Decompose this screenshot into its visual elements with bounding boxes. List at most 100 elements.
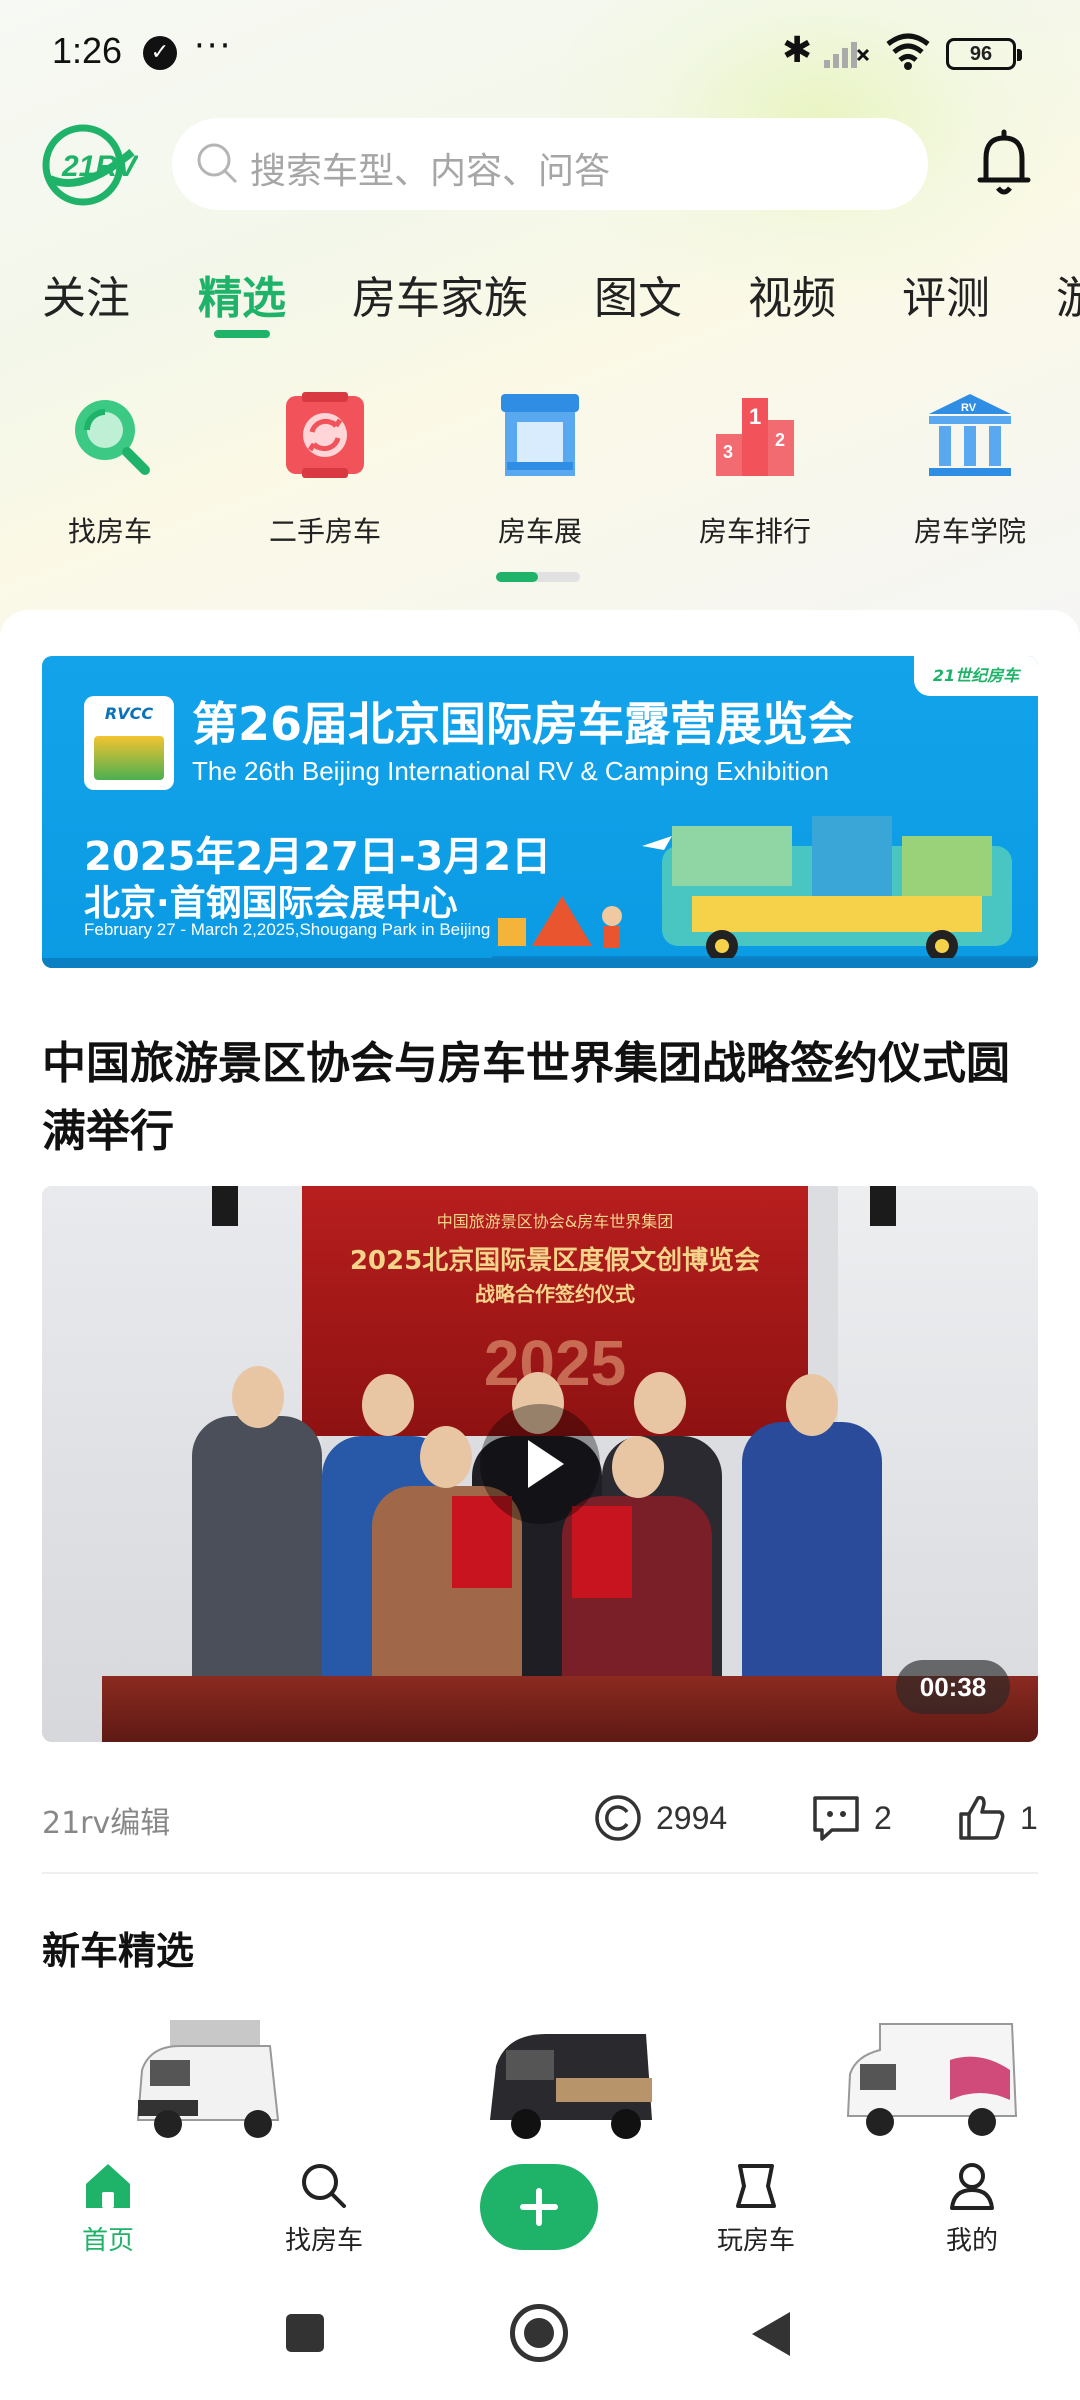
quick-entries-scrollbar[interactable]: [496, 572, 580, 582]
section-divider: [42, 1872, 1038, 1874]
quick-label: 房车展: [497, 515, 582, 548]
video-scene-speaker: [212, 1186, 238, 1226]
bluetooth-icon: ✱: [782, 30, 813, 71]
video-scene-speaker: [870, 1186, 896, 1226]
bottom-navigation: 首页 找房车 玩房车 我的: [0, 2150, 1080, 2270]
rvcc-logo-text: RVCC: [104, 704, 154, 723]
video-person-head: [420, 1426, 472, 1488]
scrollbar-thumb: [496, 572, 538, 582]
video-person-head: [786, 1374, 838, 1436]
notification-bell-icon[interactable]: [976, 128, 1032, 198]
banner-venue: 北京·首钢国际会展中心: [84, 883, 458, 924]
signal-icon: [824, 42, 870, 68]
play-button[interactable]: [480, 1404, 600, 1524]
video-person-head: [634, 1372, 686, 1434]
backdrop-line1: 中国旅游景区协会&房车世界集团: [436, 1212, 674, 1231]
search-icon: [302, 2164, 346, 2208]
check-badge-icon: ✓: [143, 36, 177, 70]
svg-text:3: 3: [723, 442, 733, 462]
new-car-thumbnail[interactable]: [120, 2010, 290, 2150]
new-car-thumbnail[interactable]: [476, 2010, 666, 2150]
tab-travel[interactable]: 游: [1056, 262, 1080, 326]
app-logo[interactable]: 21RV: [42, 124, 138, 206]
exhibition-banner[interactable]: RVCC 第26届北京国际房车露营展览会 The 26th Beijing In…: [42, 656, 1038, 968]
nav-mine[interactable]: 我的: [902, 2160, 1042, 2270]
views-stat: 2994: [592, 1790, 727, 1846]
new-cars-section-title: 新车精选: [42, 1929, 195, 1973]
quick-used-rv[interactable]: 二手房车: [235, 380, 415, 550]
publish-add-button[interactable]: [480, 2164, 598, 2250]
content-feed: RVCC 第26届北京国际房车露营展览会 The 26th Beijing In…: [0, 610, 1080, 2150]
signing-folder: [572, 1506, 632, 1598]
academy-icon: RV: [929, 394, 1011, 476]
quick-entries: 找房车 二手房车 房车展 1 3 2 房车排行 RV 房车学院: [0, 380, 1080, 580]
nav-find-rv[interactable]: 找房车: [254, 2160, 394, 2270]
recycle-icon: [286, 392, 364, 478]
backdrop-line2: 2025北京国际景区度假文创博览会: [349, 1246, 761, 1276]
thumbs-up-icon: [959, 1795, 1005, 1840]
article-video[interactable]: 中国旅游景区协会&房车世界集团 2025北京国际景区度假文创博览会 战略合作签约…: [42, 1186, 1038, 1742]
quick-label: 二手房车: [268, 515, 381, 548]
quick-find-rv[interactable]: 找房车: [20, 380, 200, 550]
search-placeholder: 搜索车型、内容、问答: [250, 151, 611, 192]
search-bar[interactable]: 搜索车型、内容、问答: [172, 118, 928, 210]
quick-label: 找房车: [67, 515, 152, 548]
banner-subtitle: The 26th Beijing International RV & Camp…: [192, 756, 829, 786]
quick-label: 房车学院: [913, 515, 1026, 548]
nav-play-rv[interactable]: 玩房车: [686, 2160, 826, 2270]
quick-label: 房车排行: [698, 515, 811, 548]
new-car-thumbnail[interactable]: [840, 2010, 1020, 2150]
logo-text: 21RV: [61, 150, 138, 183]
nav-label: 我的: [945, 2226, 998, 2256]
play-rv-icon: [736, 2164, 776, 2208]
rvcc-logo-art: [94, 736, 164, 780]
quick-rv-ranking[interactable]: 1 3 2 房车排行: [665, 380, 845, 550]
video-person: [192, 1416, 322, 1696]
home-icon: [86, 2164, 130, 2208]
eye-icon: [595, 1795, 641, 1841]
recents-button[interactable]: [286, 2314, 324, 2352]
svg-text:RV: RV: [961, 402, 977, 414]
system-navigation-bar: [0, 2270, 1080, 2400]
back-button[interactable]: [752, 2312, 790, 2356]
svg-text:1: 1: [749, 404, 761, 429]
quick-rv-academy[interactable]: RV 房车学院: [880, 380, 1060, 550]
play-icon: [528, 1440, 564, 1488]
tab-follow[interactable]: 关注: [42, 262, 130, 326]
podium-icon: 1 3 2: [716, 398, 794, 476]
home-button-dot: [524, 2318, 554, 2348]
search-icon: [197, 143, 238, 184]
home-button[interactable]: [510, 2304, 568, 2362]
article-meta: 21rv编辑 2994 2 1: [42, 1790, 1038, 1850]
backdrop-line3: 战略合作签约仪式: [475, 1282, 635, 1306]
video-duration: 00:38: [896, 1660, 1010, 1714]
tab-videos[interactable]: 视频: [748, 262, 836, 326]
views-count: 2994: [656, 1799, 728, 1836]
quick-rv-show[interactable]: 房车展: [450, 380, 630, 550]
nav-label: 玩房车: [716, 2226, 795, 2256]
article-author[interactable]: 21rv编辑: [42, 1798, 170, 1842]
status-bar: 1:26 ✓ ··· ✱ 96: [0, 0, 1080, 110]
comment-icon: [813, 1796, 859, 1841]
tab-rv-family[interactable]: 房车家族: [352, 262, 528, 326]
wifi-icon: [886, 33, 930, 70]
video-person-head: [362, 1374, 414, 1436]
tab-reviews[interactable]: 评测: [902, 262, 990, 326]
magnifier-icon: [75, 400, 150, 475]
comments-stat[interactable]: 2: [810, 1790, 892, 1846]
plus-icon: [536, 2188, 542, 2226]
banner-venue-en: February 27 - March 2,2025,Shougang Park…: [84, 920, 491, 939]
banner-illustration: [492, 816, 1038, 966]
article-title[interactable]: 中国旅游景区协会与房车世界集团战略签约仪式圆满举行: [42, 1030, 1038, 1166]
banner-brand-badge: 21世纪房车: [914, 656, 1038, 696]
channel-tabs: 关注 精选 房车家族 图文 视频 评测 游: [0, 256, 1080, 346]
video-person-head: [232, 1366, 284, 1428]
battery-indicator: 96: [946, 38, 1022, 70]
more-dots: ···: [194, 26, 233, 66]
nav-home[interactable]: 首页: [38, 2160, 178, 2270]
tab-featured[interactable]: 精选: [198, 262, 286, 326]
video-person: [742, 1422, 882, 1696]
tab-articles[interactable]: 图文: [594, 262, 682, 326]
comments-count: 2: [874, 1799, 892, 1836]
likes-stat[interactable]: 1: [956, 1790, 1038, 1846]
